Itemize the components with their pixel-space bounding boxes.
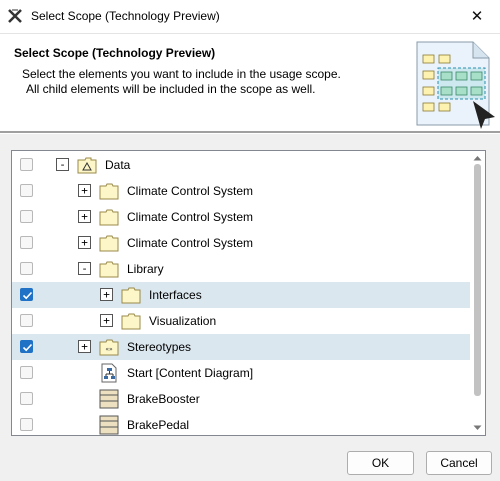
- close-icon: ✕: [470, 8, 484, 25]
- block-icon: [99, 389, 119, 409]
- ok-button[interactable]: OK: [347, 451, 414, 475]
- row-checkbox[interactable]: [20, 262, 33, 275]
- tree-row-label: BrakePedal: [127, 418, 190, 432]
- title-bar: Select Scope (Technology Preview) ✕: [0, 0, 500, 33]
- tree-row-label: Stereotypes: [127, 340, 192, 354]
- tree-row[interactable]: + Climate Control System: [12, 204, 472, 230]
- expand-plus-icon[interactable]: +: [100, 314, 113, 327]
- tree-row[interactable]: - Library: [12, 256, 472, 282]
- tree-row-label: Interfaces: [149, 288, 202, 302]
- expand-plus-icon[interactable]: +: [78, 184, 91, 197]
- tree-row-label: Climate Control System: [127, 236, 254, 250]
- row-checkbox[interactable]: [20, 366, 33, 379]
- folder-icon: [99, 261, 119, 278]
- row-checkbox[interactable]: [20, 314, 33, 327]
- tree-row[interactable]: Start [Content Diagram]: [12, 360, 472, 386]
- row-checkbox[interactable]: [20, 392, 33, 405]
- folder-icon: [99, 183, 119, 200]
- scope-tree[interactable]: - Data + Climate Control System + Climate Con…: [11, 150, 486, 436]
- check-icon: [22, 343, 33, 352]
- tree-row[interactable]: + «» Stereotypes: [12, 334, 472, 360]
- folder-icon: [121, 313, 141, 330]
- close-button[interactable]: ✕: [454, 0, 500, 33]
- row-checkbox[interactable]: [20, 418, 33, 431]
- cancel-button[interactable]: Cancel: [426, 451, 492, 475]
- tree-row[interactable]: BrakeBooster: [12, 386, 472, 412]
- row-checkbox[interactable]: [20, 184, 33, 197]
- header-description-line1: Select the elements you want to include …: [22, 67, 341, 81]
- scope-selection-graphic-icon: [416, 41, 495, 129]
- window-title: Select Scope (Technology Preview): [31, 9, 220, 23]
- tree-row-label: Library: [127, 262, 164, 276]
- tree-row[interactable]: + Interfaces: [12, 282, 472, 308]
- svg-text:«»: «»: [105, 346, 113, 353]
- row-checkbox[interactable]: [20, 236, 33, 249]
- row-checkbox[interactable]: [20, 210, 33, 223]
- stereotype-package-icon: «»: [99, 339, 119, 356]
- vertical-scrollbar[interactable]: [470, 151, 485, 435]
- tree-row-label: Climate Control System: [127, 184, 254, 198]
- header-separator: [0, 131, 500, 134]
- expand-plus-icon[interactable]: +: [100, 288, 113, 301]
- package-icon: [77, 157, 97, 174]
- tree-row[interactable]: - Data: [12, 152, 472, 178]
- tree-row[interactable]: + Climate Control System: [12, 230, 472, 256]
- tree-row-label: Start [Content Diagram]: [127, 366, 254, 380]
- collapse-minus-icon[interactable]: -: [78, 262, 91, 275]
- expand-plus-icon[interactable]: +: [78, 210, 91, 223]
- check-icon: [22, 291, 33, 300]
- content-diagram-icon: [101, 363, 117, 383]
- tree-row-label: Visualization: [149, 314, 217, 328]
- dialog-header: Select Scope (Technology Preview) Select…: [0, 33, 500, 132]
- expand-plus-icon[interactable]: +: [78, 236, 91, 249]
- row-checkbox[interactable]: [20, 288, 33, 301]
- row-checkbox[interactable]: [20, 158, 33, 171]
- tree-row-label: Climate Control System: [127, 210, 254, 224]
- scroll-down-arrow-icon[interactable]: [473, 425, 482, 431]
- scroll-up-arrow-icon[interactable]: [473, 155, 482, 161]
- block-icon: [99, 415, 119, 435]
- scrollbar-thumb[interactable]: [474, 164, 481, 396]
- tree-row-label: BrakeBooster: [127, 392, 200, 406]
- tree-row-label: Data: [105, 158, 131, 172]
- header-title: Select Scope (Technology Preview): [14, 46, 216, 60]
- header-description-line2: All child elements will be included in t…: [26, 82, 316, 96]
- tree-row[interactable]: + Visualization: [12, 308, 472, 334]
- collapse-minus-icon[interactable]: -: [56, 158, 69, 171]
- tree-row[interactable]: BrakePedal: [12, 412, 472, 435]
- tree-row[interactable]: + Climate Control System: [12, 178, 472, 204]
- folder-icon: [121, 287, 141, 304]
- folder-icon: [99, 209, 119, 226]
- app-icon: [8, 9, 22, 23]
- row-checkbox[interactable]: [20, 340, 33, 353]
- folder-icon: [99, 235, 119, 252]
- expand-plus-icon[interactable]: +: [78, 340, 91, 353]
